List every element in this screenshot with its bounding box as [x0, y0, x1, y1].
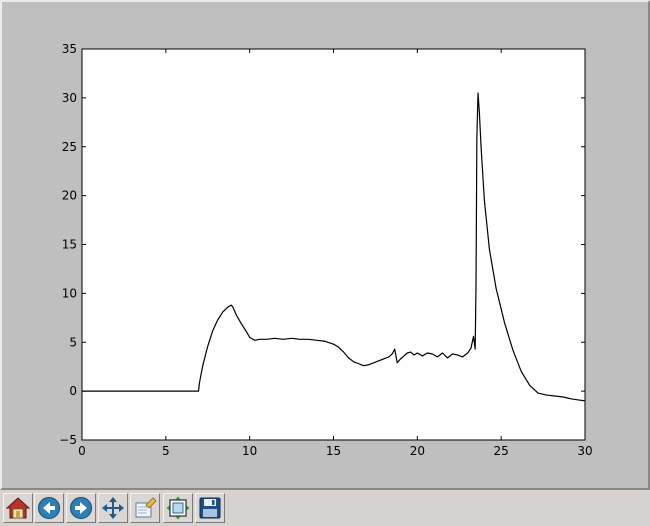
navigation-toolbar — [0, 490, 650, 526]
x-tick-label: 25 — [494, 444, 509, 458]
zoom-rect-icon — [135, 497, 157, 518]
y-tick-label: 30 — [62, 91, 77, 105]
y-tick-label: 15 — [62, 238, 77, 252]
pan-move-icon — [102, 497, 124, 519]
x-tick-label: 20 — [410, 444, 425, 458]
figure-canvas[interactable]: 0 5 10 15 20 25 30 −5 0 5 10 15 20 25 30 35 — [0, 0, 650, 490]
configure-subplots-button[interactable] — [163, 493, 193, 523]
y-tick-label: 5 — [69, 335, 77, 349]
line-chart[interactable]: 0 5 10 15 20 25 30−505101520253035 — [2, 2, 648, 488]
home-icon — [6, 497, 30, 519]
forward-button[interactable] — [66, 493, 96, 523]
save-floppy-icon — [199, 497, 221, 519]
axes-background — [82, 49, 585, 440]
x-tick-label: 10 — [242, 444, 257, 458]
plot-window: 0 5 10 15 20 25 30 −5 0 5 10 15 20 25 30 35 — [0, 0, 650, 526]
x-tick-label: 30 — [577, 444, 592, 458]
save-button[interactable] — [195, 493, 225, 523]
y-tick-label: 25 — [62, 140, 77, 154]
y-tick-label: 35 — [62, 42, 77, 56]
y-tick-label: 10 — [62, 286, 77, 300]
configure-subplots-icon — [166, 496, 190, 520]
back-button[interactable] — [34, 493, 64, 523]
zoom-button[interactable] — [130, 493, 160, 523]
pan-button[interactable] — [98, 493, 128, 523]
x-tick-label: 0 — [78, 444, 86, 458]
back-arrow-icon — [38, 497, 60, 519]
forward-arrow-icon — [70, 497, 92, 519]
x-tick-label: 5 — [162, 444, 170, 458]
y-tick-label: 20 — [62, 189, 77, 203]
y-tick-label: 0 — [69, 384, 77, 398]
home-button[interactable] — [3, 493, 33, 523]
y-tick-label: −5 — [59, 433, 77, 447]
x-tick-label: 15 — [326, 444, 341, 458]
